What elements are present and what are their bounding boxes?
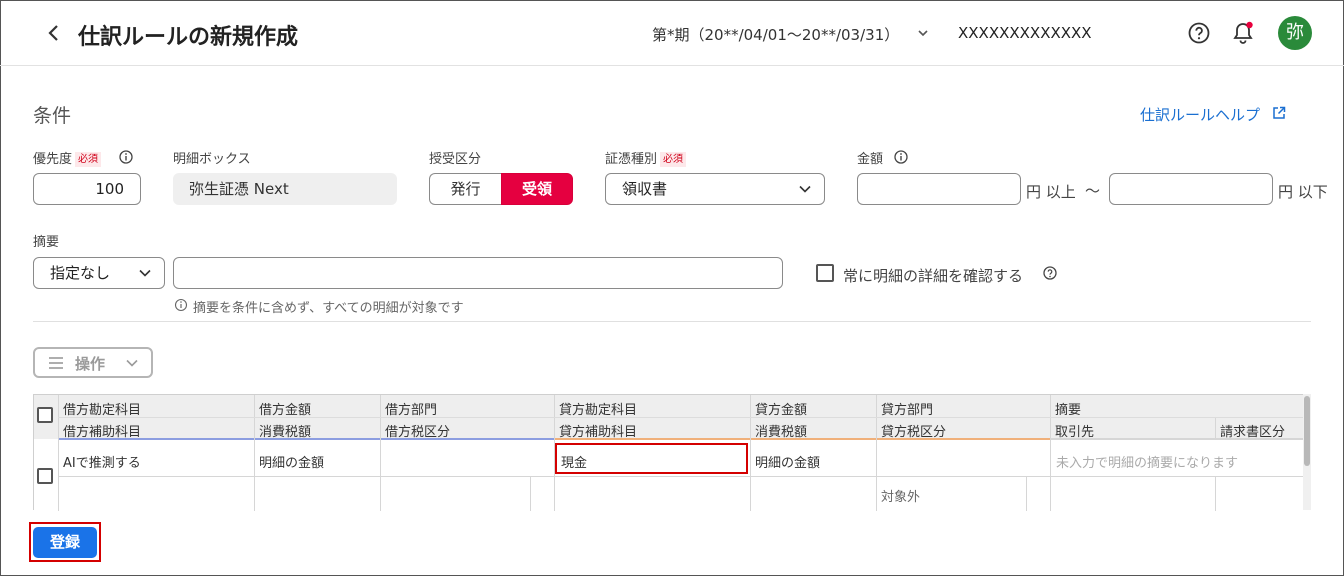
help-icon[interactable] [1043,266,1057,280]
col-divider [254,395,255,511]
help-icon[interactable] [1187,21,1211,45]
info-icon [174,298,188,312]
chevron-down-icon[interactable] [138,266,152,280]
rule-help-link[interactable]: 仕訳ルールヘルプ [1140,104,1260,125]
priority-input[interactable]: 100 [33,173,141,205]
summary-label: 摘要 [33,235,60,250]
credit-account-highlight [555,443,748,474]
col-divider [1215,477,1216,511]
table-scrollbar[interactable] [1303,394,1311,510]
priority-label-text: 優先度 [33,152,73,167]
header-debit-amount: 借方金額 [259,403,312,418]
external-link-icon[interactable] [1272,106,1286,120]
row-divider [58,417,1305,418]
header-credit-tax-category: 貸方税区分 [881,425,947,440]
always-confirm-checkbox[interactable] [816,264,834,282]
always-confirm-label[interactable]: 常に明細の詳細を確認する [843,265,1023,286]
amount-max-unit: 円 以下 [1278,183,1328,201]
col-divider [1050,395,1051,511]
header-credit-tax: 消費税額 [755,425,808,440]
summary-text-input[interactable] [173,257,783,289]
menu-icon [49,357,63,369]
row-checkbox[interactable] [37,468,53,484]
row-credit-amount[interactable]: 明細の金額 [755,452,820,471]
col-divider [58,395,59,511]
amount-range-separator: 〜 [1085,182,1101,200]
row-credit-tax-category[interactable]: 対象外 [881,486,920,505]
doc-type-label-text: 証憑種別 [605,152,658,167]
scrollbar-thumb[interactable] [1304,396,1310,466]
info-icon[interactable] [894,150,908,164]
header-partner: 取引先 [1055,425,1095,440]
chevron-down-icon[interactable] [798,182,812,196]
header-invoice-category: 請求書区分 [1220,425,1286,440]
operations-dropdown[interactable]: 操作 [33,347,153,378]
required-badge: 必須 [660,152,687,167]
col-divider [876,395,877,511]
amount-max-input[interactable] [1109,173,1273,205]
info-icon[interactable] [119,150,133,164]
amount-min-unit: 円 以上 [1026,183,1076,201]
col-divider [750,395,751,511]
header-debit-dept: 借方部門 [385,403,438,418]
section-title-conditions: 条件 [33,105,72,127]
direction-receive-button[interactable]: 受領 [501,173,573,205]
notification-bell-icon[interactable] [1231,20,1255,46]
row-debit-amount[interactable]: 明細の金額 [259,452,324,471]
header-credit-account: 貸方勘定科目 [559,403,638,418]
header-debit-tax: 消費税額 [259,425,312,440]
register-button[interactable]: 登録 [33,527,97,558]
header-debit-sub-account: 借方補助科目 [63,425,142,440]
row-debit-account[interactable]: AIで推測する [63,452,141,471]
header-credit-dept: 貸方部門 [881,403,934,418]
priority-label: 優先度 必須 [33,148,102,167]
mailbox-label: 明細ボックス [173,152,251,167]
header-summary: 摘要 [1055,403,1082,418]
direction-issue-button[interactable]: 発行 [429,173,501,205]
header-credit-amount: 貸方金額 [755,403,808,418]
header-credit-sub-account: 貸方補助科目 [559,425,638,440]
mailbox-value: 弥生証憑 Next [173,173,397,205]
app-header: 仕訳ルールの新規作成 第*期（20**/04/01〜20**/03/31） XX… [0,0,1344,66]
col-divider [530,477,531,511]
operations-label: 操作 [75,355,106,373]
row-divider [58,476,1305,477]
doc-type-select[interactable]: 領収書 [605,173,825,205]
section-divider [33,321,1311,322]
col-divider [1215,417,1216,439]
select-all-checkbox[interactable] [37,407,53,423]
summary-hint: 摘要を条件に含めず、すべての明細が対象です [193,301,464,316]
avatar[interactable]: 弥 [1278,16,1312,50]
col-divider [1026,477,1027,511]
chevron-down-icon[interactable] [916,26,930,40]
back-arrow-icon[interactable] [44,21,64,45]
company-name[interactable]: XXXXXXXXXXXXX [958,24,1092,42]
row-summary-input[interactable]: 未入力で明細の摘要になります [1056,452,1238,471]
col-divider [380,395,381,511]
amount-label: 金額 [857,152,884,167]
required-badge: 必須 [75,152,102,167]
header-debit-account: 借方勘定科目 [63,403,142,418]
direction-label: 授受区分 [429,152,482,167]
period-selector[interactable]: 第*期（20**/04/01〜20**/03/31） [652,24,899,45]
chevron-down-icon [126,359,138,367]
doc-type-label: 証憑種別 必須 [605,148,687,167]
header-debit-tax-category: 借方税区分 [385,425,451,440]
page-title: 仕訳ルールの新規作成 [78,25,299,50]
amount-min-input[interactable] [857,173,1021,205]
